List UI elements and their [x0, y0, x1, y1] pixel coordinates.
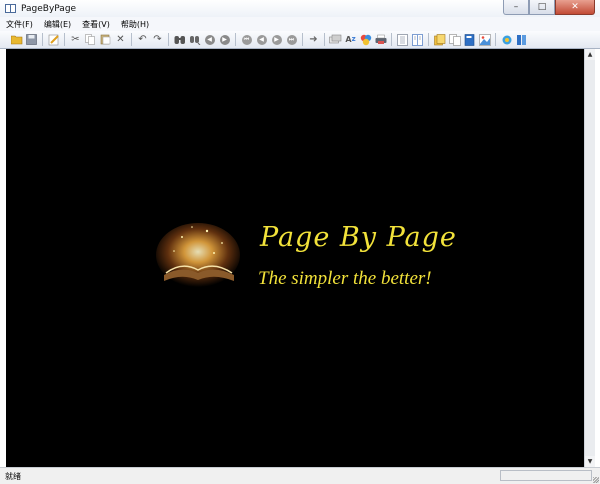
logo-slogan: The simpler the better!: [258, 268, 432, 289]
copy-icon[interactable]: [84, 33, 97, 46]
redo-icon[interactable]: ↷: [151, 33, 164, 46]
toolbar-separator: [495, 33, 496, 46]
status-bar: 就绪: [0, 467, 600, 484]
page-viewer[interactable]: Page By Page The simpler the better!: [6, 49, 584, 467]
menu-edit[interactable]: 编辑(E): [39, 19, 76, 30]
color-icon[interactable]: [359, 33, 372, 46]
undo-icon[interactable]: ↶: [136, 33, 149, 46]
settings-icon[interactable]: [500, 33, 513, 46]
last-page-icon[interactable]: ⏭: [285, 33, 298, 46]
resize-grip-icon[interactable]: [593, 477, 599, 483]
paste-icon[interactable]: [99, 33, 112, 46]
delete-icon[interactable]: ✕: [114, 33, 127, 46]
title-bar: PageByPage – □ ✕: [0, 0, 600, 17]
toolbar-separator: [168, 33, 169, 46]
find-icon[interactable]: [173, 33, 186, 46]
menu-view[interactable]: 查看(V): [77, 19, 115, 30]
toolbar-separator: [131, 33, 132, 46]
toolbar-separator: [235, 33, 236, 46]
app-book-icon: [5, 4, 16, 13]
go-back-icon[interactable]: ◀: [203, 33, 216, 46]
toolbar: ✂ ✕ ↶ ↷ ◀ ▶ ⏮ ◀ ▶ ⏭ ➜ Az: [0, 31, 600, 49]
menu-bar: 文件(F) 编辑(E) 查看(V) 帮助(H): [0, 17, 600, 31]
logo-title: Page By Page: [260, 222, 457, 253]
two-page-icon[interactable]: [411, 33, 424, 46]
cut-icon[interactable]: ✂: [69, 33, 82, 46]
zoom-in-icon[interactable]: Az: [344, 33, 357, 46]
toolbar-separator: [324, 33, 325, 46]
scroll-up-arrow-icon[interactable]: ▲: [585, 49, 595, 60]
book-icon[interactable]: [463, 33, 476, 46]
close-button[interactable]: ✕: [555, 0, 595, 15]
edit-pencil-icon[interactable]: [47, 33, 60, 46]
toolbar-separator: [302, 33, 303, 46]
play-icon[interactable]: ▶: [270, 33, 283, 46]
zoom-out-icon[interactable]: [329, 33, 342, 46]
print-icon[interactable]: [374, 33, 387, 46]
book-logo-image: [152, 217, 245, 297]
minimize-button[interactable]: –: [503, 0, 529, 15]
scroll-down-arrow-icon[interactable]: ▼: [585, 456, 595, 467]
goto-icon[interactable]: ➜: [307, 33, 320, 46]
menu-file[interactable]: 文件(F): [1, 19, 38, 30]
menu-help[interactable]: 帮助(H): [116, 19, 154, 30]
first-page-icon[interactable]: ⏮: [240, 33, 253, 46]
toolbar-separator: [64, 33, 65, 46]
open-folder-icon[interactable]: [10, 33, 23, 46]
replace-icon[interactable]: [188, 33, 201, 46]
toolbar-separator: [42, 33, 43, 46]
window-title: PageByPage: [21, 3, 77, 14]
save-icon[interactable]: [25, 33, 38, 46]
status-panel: [500, 470, 592, 481]
previous-page-icon[interactable]: ◀: [255, 33, 268, 46]
bookmark-icon[interactable]: [433, 33, 446, 46]
toolbar-separator: [391, 33, 392, 46]
vertical-scrollbar[interactable]: ▲ ▼: [584, 49, 595, 467]
maximize-button[interactable]: □: [529, 0, 555, 15]
status-text: 就绪: [5, 471, 21, 481]
image-icon[interactable]: [478, 33, 491, 46]
window-controls: – □ ✕: [503, 0, 595, 15]
go-forward-icon[interactable]: ▶: [218, 33, 231, 46]
thumbnails-icon[interactable]: [448, 33, 461, 46]
toolbar-separator: [428, 33, 429, 46]
library-icon[interactable]: [515, 33, 528, 46]
single-page-icon[interactable]: [396, 33, 409, 46]
